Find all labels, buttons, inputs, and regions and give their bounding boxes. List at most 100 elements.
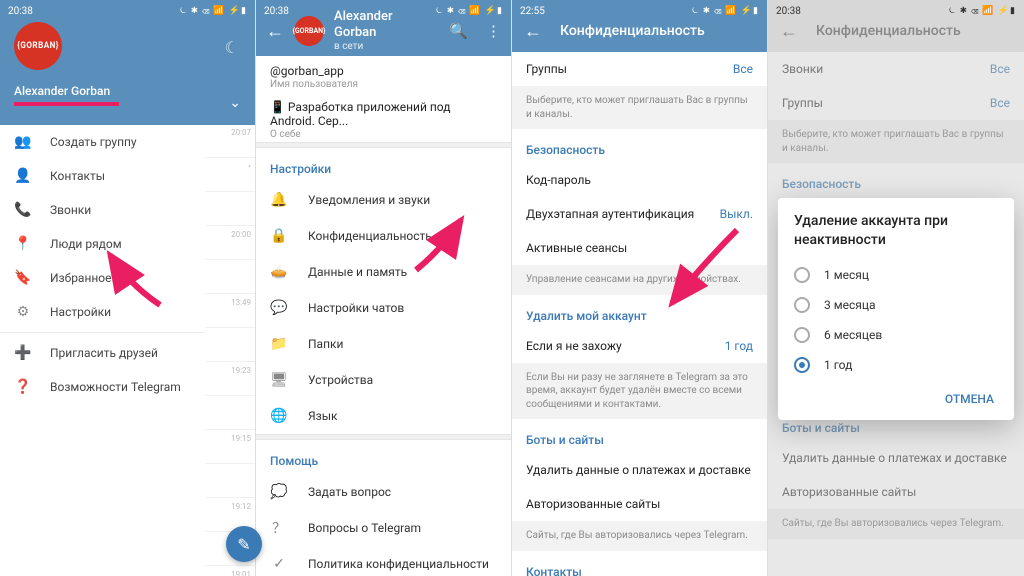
row-label: Группы bbox=[526, 62, 567, 76]
row-label: Авторизованные сайты bbox=[526, 497, 660, 511]
more-icon[interactable]: ⋮ bbox=[486, 22, 501, 40]
avatar[interactable]: {GORBAN} bbox=[14, 22, 62, 70]
row-value: 1 год bbox=[725, 339, 753, 353]
row-label: Группы bbox=[782, 96, 823, 110]
section-security: Безопасность bbox=[768, 163, 1024, 197]
row-passcode[interactable]: Код-пароль bbox=[512, 163, 767, 197]
row-label: Код-пароль bbox=[526, 173, 591, 187]
row-auth-sites[interactable]: Авторизованные сайты bbox=[512, 487, 767, 521]
status-bar: 22:55⏾ ✱ ⌫ 📶 ⚡▮ bbox=[512, 2, 767, 20]
note-groups: Выберите, кто может приглашать Вас в гру… bbox=[512, 86, 767, 129]
chat-icon: 💬 bbox=[270, 300, 288, 316]
menu-label: Настройки bbox=[50, 305, 111, 319]
opt-policy[interactable]: ✓Политика конфиденциальности bbox=[256, 546, 511, 576]
bio-value: 📱 Разработка приложений под Android. Сер… bbox=[270, 100, 497, 128]
menu-label: Создать группу bbox=[50, 135, 137, 149]
row-value: Выкл. bbox=[720, 207, 753, 221]
opt-label: Папки bbox=[308, 337, 343, 351]
opt-label: Задать вопрос bbox=[308, 485, 391, 499]
opt-label: Конфиденциальность bbox=[308, 229, 432, 243]
opt-privacy[interactable]: 🔒 Конфиденциальность bbox=[256, 218, 511, 254]
section-delete: Удалить мой аккаунт bbox=[512, 295, 767, 329]
pie-icon: 🥧 bbox=[270, 264, 288, 280]
row-label: Звонки bbox=[782, 62, 823, 76]
back-icon: ← bbox=[780, 21, 798, 42]
opt-label: Настройки чатов bbox=[308, 301, 404, 315]
username-value: @gorban_app bbox=[270, 64, 497, 78]
radio-6-months[interactable]: 6 месяцев bbox=[794, 320, 998, 350]
opt-faq[interactable]: ？ Вопросы о Telegram bbox=[256, 510, 511, 546]
radio-3-months[interactable]: 3 месяца bbox=[794, 290, 998, 320]
opt-language[interactable]: 🌐 Язык bbox=[256, 398, 511, 434]
radio-label: 3 месяца bbox=[824, 298, 876, 312]
row-payments[interactable]: Удалить данные о платежах и доставке bbox=[512, 453, 767, 487]
location-icon: 📍 bbox=[14, 236, 32, 252]
username-row[interactable]: @gorban_app Имя пользователя bbox=[256, 56, 511, 92]
radio-icon bbox=[794, 357, 810, 373]
delete-account-dialog: Удаление аккаунта при неактивности 1 мес… bbox=[778, 198, 1014, 420]
section-contacts: Контакты bbox=[512, 551, 767, 576]
avatar[interactable]: {GORBAN} bbox=[294, 16, 324, 46]
page-title: Конфиденциальность bbox=[816, 23, 961, 39]
help-icon: ❓ bbox=[14, 379, 32, 395]
bio-row[interactable]: 📱 Разработка приложений под Android. Сер… bbox=[256, 92, 511, 142]
status-bar: 20:38⏾ ✱ ⌫ 📶 ⚡▮ bbox=[256, 2, 511, 20]
compose-fab[interactable]: ✎ bbox=[226, 526, 262, 562]
question-icon: ？ bbox=[270, 518, 288, 538]
status-bar: 20:38⏾ ✱ ⌫ 📶 ⚡▮ bbox=[0, 2, 255, 20]
opt-notifications[interactable]: 🔔Уведомления и звуки bbox=[256, 182, 511, 218]
globe-icon: 🌐 bbox=[270, 408, 288, 424]
night-mode-icon[interactable]: ☾ bbox=[225, 38, 239, 57]
opt-label: Язык bbox=[308, 409, 338, 423]
row-auth-sites: Авторизованные сайты bbox=[768, 475, 1024, 509]
row-groups[interactable]: ГруппыВсе bbox=[512, 52, 767, 86]
note-groups: Выберите, кто может приглашать Вас в гру… bbox=[768, 120, 1024, 163]
back-icon[interactable]: ← bbox=[266, 21, 284, 42]
chevron-down-icon[interactable]: ⌄ bbox=[229, 95, 241, 111]
person-icon: 👤 bbox=[14, 168, 32, 184]
folder-icon: 📁 bbox=[270, 336, 288, 352]
search-icon[interactable]: 🔍 bbox=[449, 22, 468, 40]
row-calls: ЗвонкиВсе bbox=[768, 52, 1024, 86]
bookmark-icon: 🔖 bbox=[14, 270, 32, 286]
opt-devices[interactable]: 🖥 Устройства bbox=[256, 362, 511, 398]
opt-label: Уведомления и звуки bbox=[308, 193, 430, 207]
row-label: Удалить данные о платежах и доставке bbox=[782, 451, 1007, 465]
note-sessions: Управление сеансами на других устройства… bbox=[512, 265, 767, 295]
account-name[interactable]: Alexander Gorban bbox=[14, 84, 241, 98]
radio-label: 6 месяцев bbox=[824, 328, 882, 342]
speech-icon: 💭 bbox=[270, 484, 288, 500]
bio-label: О себе bbox=[270, 129, 497, 140]
note-auth: Сайты, где Вы авторизовались через Teleg… bbox=[512, 521, 767, 551]
note-idle: Если Вы ни разу не заглянете в Telegram … bbox=[512, 363, 767, 420]
device-icon: 🖥 bbox=[270, 372, 288, 388]
menu-label: Пригласить друзей bbox=[50, 346, 158, 360]
username-label: Имя пользователя bbox=[270, 79, 497, 90]
opt-label: Данные и память bbox=[308, 265, 407, 279]
row-payments: Удалить данные о платежах и доставке bbox=[768, 441, 1024, 475]
menu-label: Избранное bbox=[50, 271, 112, 285]
radio-1-month[interactable]: 1 месяц bbox=[794, 260, 998, 290]
row-two-step[interactable]: Двухэтапная аутентификацияВыкл. bbox=[512, 197, 767, 231]
opt-label: Устройства bbox=[308, 373, 373, 387]
opt-folders[interactable]: 📁 Папки bbox=[256, 326, 511, 362]
row-sessions[interactable]: Активные сеансы bbox=[512, 231, 767, 265]
lock-icon: 🔒 bbox=[270, 228, 288, 244]
cancel-button[interactable]: ОТМЕНА bbox=[941, 386, 998, 412]
opt-chat-settings[interactable]: 💬 Настройки чатов bbox=[256, 290, 511, 326]
opt-ask[interactable]: 💭 Задать вопрос bbox=[256, 474, 511, 510]
row-value: Все bbox=[990, 96, 1010, 110]
status-bar: 20:38⏾ ✱ ⌫ 📶 ⚡▮ bbox=[768, 2, 1024, 20]
dialog-title: Удаление аккаунта при неактивности bbox=[794, 212, 998, 250]
radio-1-year[interactable]: 1 год bbox=[794, 350, 998, 380]
row-idle[interactable]: Если я не захожу 1 год bbox=[512, 329, 767, 363]
opt-data[interactable]: 🥧 Данные и память bbox=[256, 254, 511, 290]
shield-icon: ✓ bbox=[270, 556, 288, 572]
opt-label: Вопросы о Telegram bbox=[308, 521, 421, 535]
row-label: Если я не захожу bbox=[526, 339, 622, 353]
row-label: Удалить данные о платежах и доставке bbox=[526, 463, 751, 477]
section-settings: Настройки bbox=[256, 148, 511, 182]
section-security: Безопасность bbox=[512, 129, 767, 163]
back-icon[interactable]: ← bbox=[524, 21, 542, 42]
row-label: Авторизованные сайты bbox=[782, 485, 916, 499]
